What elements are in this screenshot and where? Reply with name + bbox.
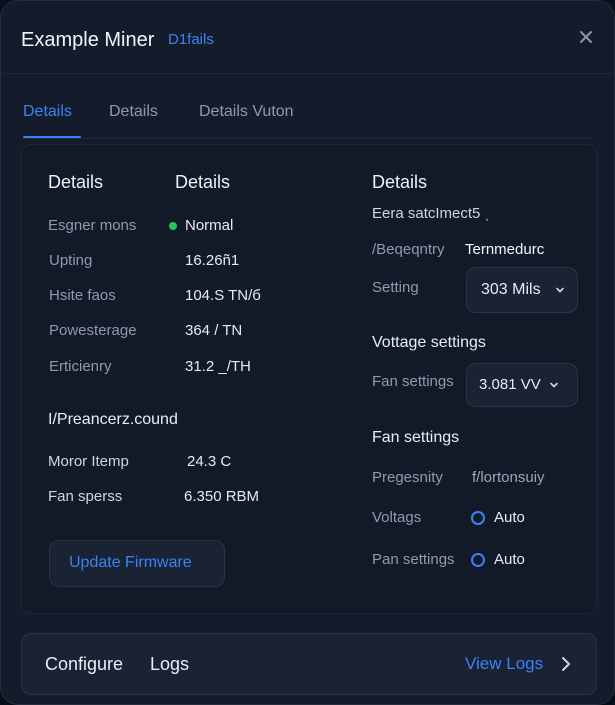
configure-button[interactable]: Configure	[45, 654, 123, 675]
row-label-uptime: Upting	[49, 252, 93, 269]
row-label-hashrate: Hsite faos	[49, 287, 116, 304]
voltags-label: Voltags	[372, 509, 422, 526]
row-label-efficiency: Erticienry	[49, 358, 112, 375]
voltags-value[interactable]: Auto	[494, 509, 525, 526]
pregesnity-value: f/lortonsuiy	[472, 469, 545, 486]
sensor-label-fan: Fan sperss	[48, 488, 123, 505]
right-header: Details	[372, 172, 428, 192]
close-icon[interactable]	[578, 29, 594, 45]
tab-details-2[interactable]: Details	[109, 103, 158, 121]
left-header-2: Details	[175, 172, 231, 192]
tab-details-vuton[interactable]: Details Vuton	[199, 103, 294, 121]
title-status: D1fails	[168, 31, 214, 48]
tabs-divider	[23, 138, 593, 139]
update-firmware-label: Update Firmware	[69, 554, 192, 571]
chevron-down-icon	[556, 287, 564, 293]
fan-settings-select-value: 3.081 VV	[479, 376, 541, 393]
pan-settings-value[interactable]: Auto	[494, 551, 525, 568]
footer-bar: Configure Logs View Logs	[21, 633, 597, 695]
logs-button[interactable]: Logs	[150, 654, 189, 675]
fan-settings-select[interactable]: 3.081 VV	[466, 363, 578, 407]
left-header-1: Details	[48, 172, 104, 192]
update-firmware-button[interactable]: Update Firmware	[49, 540, 225, 587]
pan-settings-label: Pan settings	[372, 551, 455, 568]
frequency-value: Ternmedurc	[465, 241, 545, 258]
frequency-label: /Beqeqntry	[372, 241, 445, 258]
sensor-value-fan: 6.350 RBM	[184, 488, 260, 505]
fan-settings-title: Fan settings	[372, 429, 460, 446]
pregesnity-label: Pregesnity	[372, 469, 443, 486]
miner-details-modal: Example Miner D1fails Details Details De…	[0, 0, 615, 705]
right-subtitle: Eera satcImect5 ˌ	[372, 205, 490, 222]
row-value-efficiency: 31.2 _/TH	[185, 358, 251, 375]
row-label-status: Esgner mons	[48, 217, 137, 234]
setting-select-value: 303 Mils	[481, 281, 541, 298]
fan-settings-label: Fan settings	[372, 373, 454, 390]
row-value-hashrate: 104.S TN/б	[185, 287, 261, 304]
tabs: Details Details Details Vuton	[1, 89, 614, 139]
sensor-value-temp: 24.3 C	[187, 453, 232, 470]
title-bar: Example Miner D1fails	[1, 1, 614, 74]
row-value-power: 364 / TN	[185, 322, 243, 339]
details-panel: Details Details Esgner mons Normal Uptin…	[21, 144, 597, 614]
auto-mode-icon	[471, 553, 485, 567]
row-label-power: Powesterage	[49, 322, 137, 339]
chevron-right-icon[interactable]	[560, 656, 572, 672]
window-title: Example Miner	[21, 29, 155, 51]
row-value-status: Normal	[185, 217, 234, 234]
setting-select[interactable]: 303 Mils	[466, 267, 578, 313]
chevron-down-icon	[550, 382, 558, 388]
active-tab-indicator	[23, 136, 81, 138]
sensor-section-title: I/Preancerz.cound	[48, 411, 178, 428]
auto-mode-icon	[471, 511, 485, 525]
sensor-label-temp: Moror Itemp	[48, 453, 129, 470]
tab-details-1[interactable]: Details	[23, 103, 72, 121]
row-value-uptime: 16.26ñ1	[185, 252, 240, 269]
voltage-settings-title: Vottage settings	[372, 334, 486, 351]
view-logs-link[interactable]: View Logs	[465, 654, 543, 674]
setting-label: Setting	[372, 279, 419, 296]
status-dot-icon	[169, 222, 177, 230]
